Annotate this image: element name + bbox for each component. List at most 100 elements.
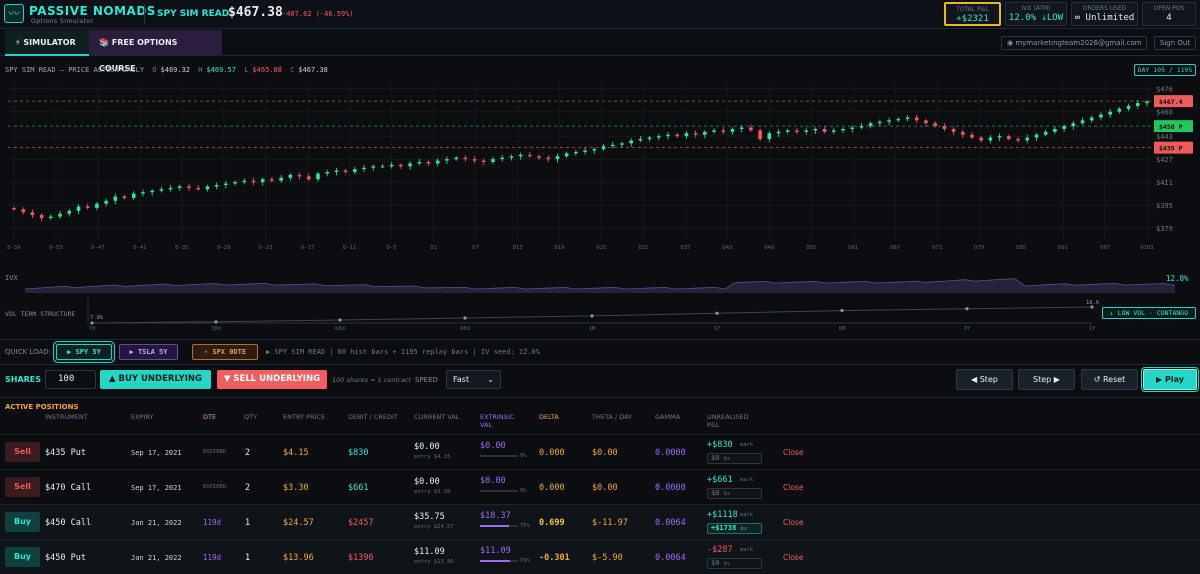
- x-tick-label: D-29: [217, 245, 230, 251]
- quick-load-tsla-button[interactable]: ▶ TSLA 5Y: [119, 344, 178, 360]
- speed-select[interactable]: Fast ⌄: [446, 370, 501, 389]
- candle-body: [279, 177, 283, 181]
- candle-body: [39, 215, 44, 219]
- candle-body: [555, 156, 560, 160]
- expiry: Jan 21, 2022: [131, 554, 182, 562]
- buy-underlying-button[interactable]: ▲ BUY UNDERLYING: [100, 370, 211, 389]
- debit-credit: $1396: [348, 553, 374, 563]
- vts-point: [965, 307, 969, 311]
- candle-body: [270, 179, 274, 181]
- unrealised-pnl: -$287: [707, 545, 733, 555]
- tab-options-course[interactable]: 📚 FREE OPTIONS COURSE: [89, 30, 222, 73]
- candle-body: [758, 130, 762, 140]
- expiry: Sep 17, 2021: [131, 449, 182, 457]
- theta: $0.00: [592, 483, 618, 493]
- level-label: $450 P: [1159, 123, 1183, 131]
- candle-body: [187, 186, 191, 188]
- extrinsic-bar: [480, 490, 518, 492]
- sell-action-button[interactable]: Sell: [5, 442, 40, 462]
- candle-body: [721, 130, 726, 132]
- sell-underlying-button[interactable]: ▼ SELL UNDERLYING: [217, 370, 327, 389]
- candle-body: [878, 121, 882, 124]
- current-value-entry: entry $24.57: [414, 524, 454, 530]
- brand-subtitle: Options Simulator: [31, 18, 94, 25]
- candle-body: [1099, 114, 1103, 118]
- pnl-secondary: $0 bs: [707, 453, 762, 464]
- sign-out-button[interactable]: Sign Out: [1154, 36, 1196, 50]
- close-position-button[interactable]: Close: [783, 553, 803, 562]
- candle-body: [196, 187, 201, 190]
- candle-body: [832, 130, 836, 132]
- candle-body: [933, 123, 937, 127]
- candle-body: [528, 154, 532, 157]
- price-chart[interactable]: $476 $460 $443 $427 $411 $395 $379 D-59 D-53 D-47…: [5, 81, 1195, 259]
- shares-input[interactable]: 100: [45, 370, 96, 389]
- x-tick-label: D97: [1100, 245, 1110, 251]
- candle-body: [205, 186, 210, 190]
- candle-body: [224, 183, 228, 185]
- candle-body: [684, 133, 689, 137]
- candle-body: [776, 131, 781, 134]
- close-position-button[interactable]: Close: [783, 448, 803, 457]
- candle-body: [841, 128, 845, 131]
- col-header: QTY: [244, 413, 258, 421]
- col-header: THETA / DAY: [592, 413, 633, 421]
- stat-label: ORDERS USED: [1082, 5, 1127, 12]
- y-tick-label: $395: [1156, 202, 1173, 210]
- candle-body: [1080, 120, 1085, 124]
- col-header: EXTRINSIC VAL: [480, 413, 515, 429]
- stat-open-pos: OPEN POS 4: [1142, 2, 1196, 26]
- reset-button[interactable]: ↺ Reset: [1081, 369, 1138, 390]
- candle-body: [30, 212, 35, 216]
- instrument: $435 Put: [45, 448, 86, 458]
- close-position-button[interactable]: Close: [783, 518, 803, 527]
- candle-body: [353, 169, 357, 173]
- sell-action-button[interactable]: Sell: [5, 477, 40, 497]
- quick-load-spy-button[interactable]: ▶ SPY 5Y: [56, 344, 112, 360]
- step-forward-button[interactable]: Step ▶: [1018, 369, 1075, 390]
- day-counter: DAY 105 / 1195: [1134, 64, 1196, 76]
- x-tick-label: D-17: [301, 245, 314, 251]
- x-tick-label: D37: [680, 245, 690, 251]
- qty: 1: [245, 553, 251, 563]
- candle-body: [454, 157, 458, 160]
- high-label: H: [198, 66, 203, 74]
- buy-action-button[interactable]: Buy: [5, 547, 40, 567]
- vts-label: VOL TERM STRUCTURE: [5, 310, 76, 318]
- unrealised-pnl: +$830: [707, 440, 733, 450]
- close-label: C: [290, 66, 295, 74]
- candle-body: [113, 196, 118, 201]
- candle-body: [656, 136, 661, 138]
- ivx-chart: IVX 12.0%: [0, 265, 1200, 295]
- quick-load-bar: QUICK LOAD: ▶ SPY 5Y ▶ TSLA 5Y ⚡ SPX 0DT…: [0, 339, 1200, 364]
- candle-body: [85, 206, 90, 208]
- vts-point: [338, 318, 342, 322]
- tab-simulator[interactable]: ⚡ SIMULATOR: [5, 30, 90, 56]
- candle-body: [481, 160, 486, 162]
- candle-body: [445, 159, 449, 161]
- candle-body: [795, 130, 799, 132]
- play-button[interactable]: ▶ Play: [1143, 369, 1197, 390]
- y-tick-label: $427: [1156, 156, 1173, 164]
- vts-background: [0, 296, 1200, 338]
- step-back-button[interactable]: ◀ Step: [956, 369, 1013, 390]
- x-tick-label: D103: [1140, 245, 1153, 251]
- extrinsic-value: $11.09: [480, 546, 511, 556]
- buy-action-button[interactable]: Buy: [5, 512, 40, 532]
- candle-body: [104, 200, 108, 204]
- candle-body: [141, 192, 145, 194]
- quick-load-spx-button[interactable]: ⚡ SPX 0DTE: [192, 344, 258, 360]
- table-row: Buy $450 Put Jan 21, 2022 119d 1 $13.96 $1396 $…: [0, 539, 1200, 574]
- close-position-button[interactable]: Close: [783, 483, 803, 492]
- quick-load-info: ▶ SPY SIM READ | 60 hist bars + 1195 rep…: [266, 348, 540, 356]
- qty: 2: [245, 448, 251, 458]
- candle-body: [463, 157, 468, 160]
- candle-body: [1025, 137, 1030, 141]
- candle-body: [518, 154, 523, 157]
- candle-body: [297, 174, 302, 177]
- candle-body: [850, 127, 855, 129]
- debit-credit: $2457: [348, 518, 374, 528]
- vts-tick-label: 90d: [460, 326, 470, 332]
- extrinsic-value: $18.37: [480, 511, 511, 521]
- current-value: $0.00: [414, 442, 440, 452]
